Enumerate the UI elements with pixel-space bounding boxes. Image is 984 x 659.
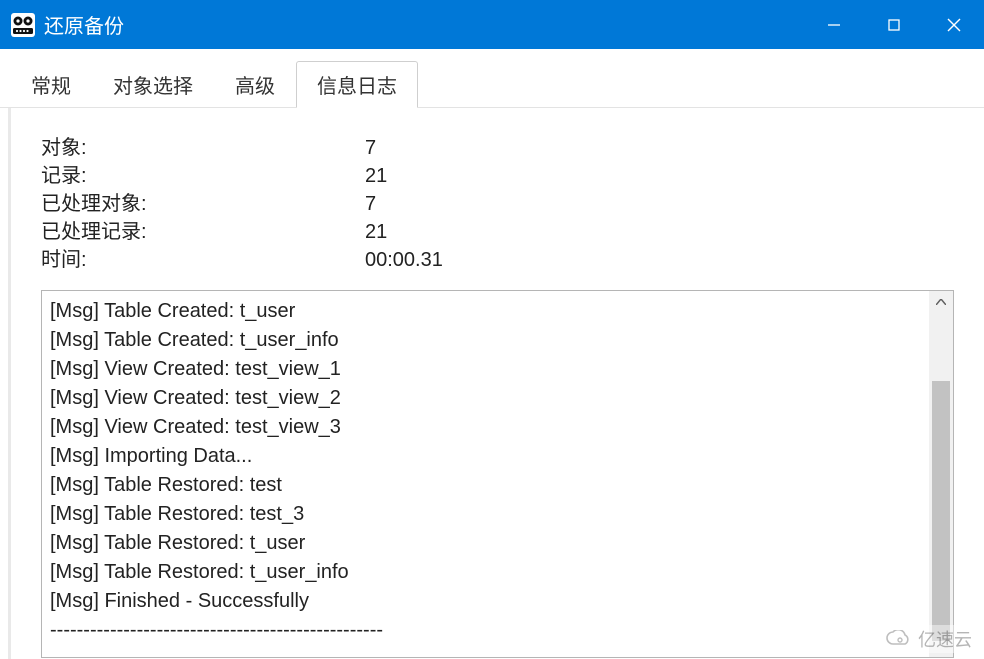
stat-row-processed-records: 已处理记录: 21: [41, 218, 954, 246]
stat-value: 21: [365, 218, 954, 246]
stat-value: 21: [365, 162, 954, 190]
stat-label: 已处理对象:: [41, 190, 365, 218]
content-area: 对象: 7 记录: 21 已处理对象: 7 已处理记录: 21 时间: 00:0…: [8, 108, 984, 659]
scrollbar[interactable]: [929, 291, 953, 657]
window-controls: [804, 0, 984, 49]
stat-row-records: 记录: 21: [41, 162, 954, 190]
scroll-up-icon[interactable]: [929, 291, 953, 313]
maximize-button[interactable]: [864, 0, 924, 49]
tab-info-log[interactable]: 信息日志: [296, 61, 418, 108]
stat-row-time: 时间: 00:00.31: [41, 246, 954, 274]
stat-row-objects: 对象: 7: [41, 134, 954, 162]
stat-value: 7: [365, 190, 954, 218]
app-icon: [10, 12, 36, 38]
log-textarea[interactable]: [Msg] Table Created: t_user [Msg] Table …: [42, 291, 929, 657]
stat-label: 对象:: [41, 134, 365, 162]
tab-general[interactable]: 常规: [10, 61, 92, 107]
stat-label: 记录:: [41, 162, 365, 190]
tab-advanced[interactable]: 高级: [214, 61, 296, 107]
window-title: 还原备份: [44, 10, 124, 39]
tab-object-select[interactable]: 对象选择: [92, 61, 214, 107]
tab-area: 常规 对象选择 高级 信息日志: [0, 49, 984, 108]
stat-label: 已处理记录:: [41, 218, 365, 246]
close-button[interactable]: [924, 0, 984, 49]
titlebar: 还原备份: [0, 0, 984, 49]
stats-panel: 对象: 7 记录: 21 已处理对象: 7 已处理记录: 21 时间: 00:0…: [41, 134, 954, 274]
log-panel: [Msg] Table Created: t_user [Msg] Table …: [41, 290, 954, 658]
stat-row-processed-objects: 已处理对象: 7: [41, 190, 954, 218]
scroll-thumb[interactable]: [932, 381, 950, 641]
stat-label: 时间:: [41, 246, 365, 274]
stat-value: 7: [365, 134, 954, 162]
tabstrip: 常规 对象选择 高级 信息日志: [10, 63, 984, 107]
stat-value: 00:00.31: [365, 246, 954, 274]
minimize-button[interactable]: [804, 0, 864, 49]
